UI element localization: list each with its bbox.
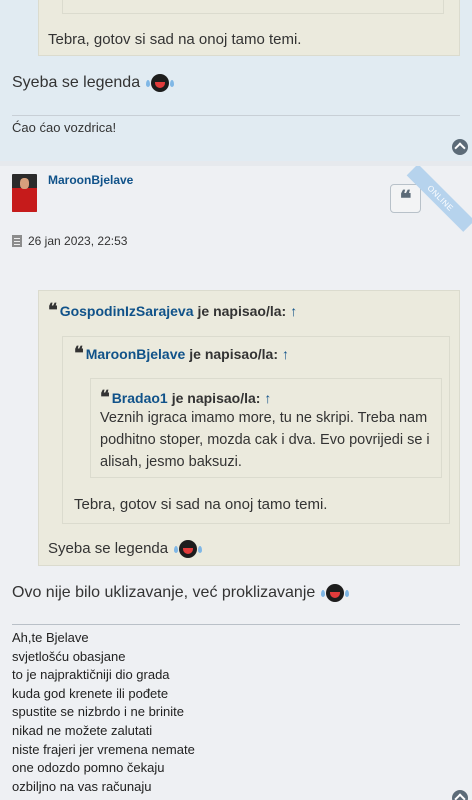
quote-mark-icon: ❝ — [48, 300, 58, 321]
signature-line: Ah,te Bjelave — [12, 630, 89, 645]
quote-cite: ❝ Bradao1 je napisao/la: ↑ — [100, 387, 272, 408]
signature-line: kuda god krenete ili pođete — [12, 685, 169, 701]
nested-quote-box — [62, 0, 444, 14]
signature-divider — [12, 115, 460, 116]
quote-icon: ❝ — [399, 185, 412, 212]
chevron-up-icon — [454, 793, 466, 800]
back-to-top-button[interactable] — [452, 790, 468, 800]
post-date: 26 jan 2023, 22:53 — [12, 234, 127, 248]
quote-author-link[interactable]: MaroonBjelave — [86, 346, 186, 362]
quote-text: Veznih igraca imamo more, tu ne skripi. … — [100, 410, 430, 470]
signature-line: ozbiljno na vas računaju — [12, 778, 152, 794]
post-body: Ovo nije bilo uklizavanje, već proklizav… — [12, 582, 350, 604]
laughing-emoji-icon — [146, 74, 175, 92]
laughing-emoji-icon — [321, 584, 350, 602]
quote-author-link[interactable]: GospodinIzSarajeva — [60, 303, 194, 319]
post-file-icon — [12, 235, 22, 247]
previous-post: Tebra, gotov si sad na onoj tamo temi. S… — [0, 0, 472, 161]
post-text: Syeba se legenda — [12, 74, 175, 92]
signature-divider — [12, 624, 460, 625]
quote-cite: ❝ MaroonBjelave je napisao/la: ↑ — [74, 343, 289, 364]
laughing-emoji-icon — [174, 540, 203, 558]
quote-mark-icon: ❝ — [74, 343, 84, 364]
signature: Ah,te Bjelave svjetlošću obasjane to je … — [12, 629, 195, 796]
post-author-link[interactable]: MaroonBjelave — [48, 173, 133, 187]
jump-to-quote-link[interactable]: ↑ — [290, 303, 297, 319]
signature-line: niste frajeri jer vremena nemate — [12, 741, 195, 757]
forum-post: MaroonBjelave ❝ ONLINE 26 jan 2023, 22:5… — [0, 166, 472, 800]
back-to-top-button[interactable] — [452, 139, 468, 155]
signature-line: one odozdo pomno čekaju — [12, 760, 165, 776]
signature-line: spustite se nizbrdo i ne brinite — [12, 704, 184, 720]
quote-text: Tebra, gotov si sad na onoj tamo temi. — [74, 496, 328, 513]
jump-to-quote-link[interactable]: ↑ — [282, 346, 289, 362]
quote-author-link[interactable]: Bradao1 — [112, 390, 168, 406]
quote-button[interactable]: ❝ — [390, 184, 421, 213]
avatar[interactable] — [12, 174, 37, 212]
chevron-up-icon — [454, 142, 466, 154]
signature-line: nikad ne možete zalutati — [12, 722, 153, 738]
quote-cite: ❝ GospodinIzSarajeva je napisao/la: ↑ — [48, 300, 298, 321]
signature: Ćao ćao vozdrica! — [12, 120, 117, 135]
post-text-content: Syeba se legenda — [12, 74, 141, 91]
quote-text: Tebra, gotov si sad na onoj tamo temi. — [48, 31, 302, 48]
signature-line: to je najpraktičniji dio grada — [12, 667, 170, 683]
jump-to-quote-link[interactable]: ↑ — [264, 390, 271, 406]
quote-text: Syeba se legenda — [48, 538, 203, 560]
signature-line: svjetlošću obasjane — [12, 648, 126, 664]
quote-mark-icon: ❝ — [100, 387, 110, 408]
post-date-text: 26 jan 2023, 22:53 — [28, 234, 128, 248]
